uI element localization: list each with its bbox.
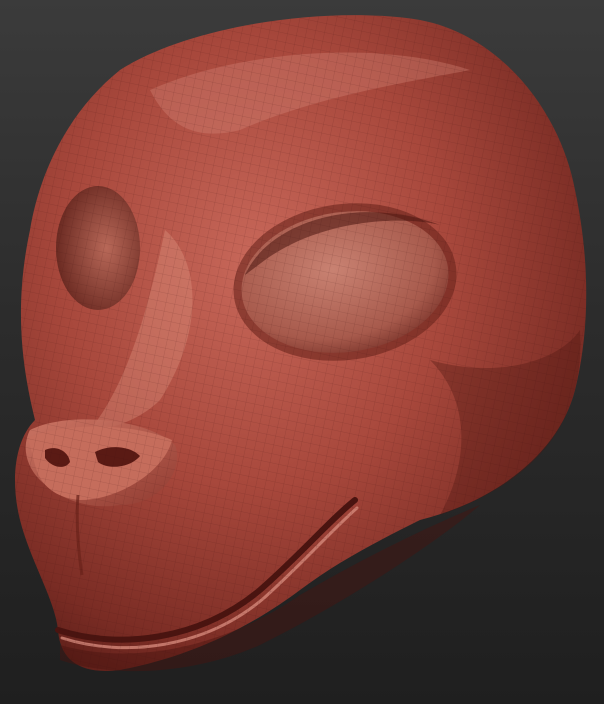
viewport-canvas[interactable] <box>0 0 604 704</box>
sculpt-render <box>15 15 587 672</box>
mesh-wireframe <box>15 15 587 671</box>
